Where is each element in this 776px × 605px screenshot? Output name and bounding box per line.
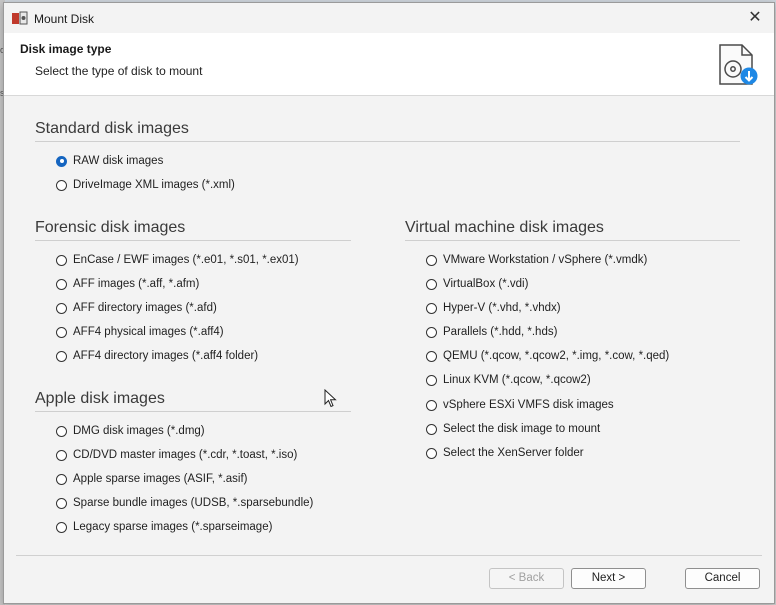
radio-button[interactable]: [56, 278, 67, 290]
option-label: Select the disk image to mount: [443, 423, 601, 435]
option-label: DMG disk images (*.dmg): [73, 425, 205, 437]
next-button[interactable]: Next >: [571, 568, 646, 589]
section-title-forensic: Forensic disk images: [35, 219, 186, 236]
option-select-disk-image[interactable]: Select the disk image to mount: [426, 420, 600, 438]
radio-button[interactable]: [426, 278, 437, 290]
option-legacy-sparse[interactable]: Legacy sparse images (*.sparseimage): [56, 518, 272, 536]
radio-button[interactable]: [56, 254, 67, 266]
disk-download-icon: [719, 44, 758, 85]
option-label: Parallels (*.hdd, *.hds): [443, 326, 558, 338]
radio-button[interactable]: [56, 302, 67, 314]
option-parallels[interactable]: Parallels (*.hdd, *.hds): [426, 323, 557, 341]
option-label: VirtualBox (*.vdi): [443, 278, 529, 290]
back-button[interactable]: < Back: [489, 568, 564, 589]
option-aff4-directory[interactable]: AFF4 directory images (*.aff4 folder): [56, 347, 258, 365]
radio-button[interactable]: [56, 497, 67, 509]
option-label: QEMU (*.qcow, *.qcow2, *.img, *.cow, *.q…: [443, 350, 670, 362]
option-vmware[interactable]: VMware Workstation / vSphere (*.vmdk): [426, 251, 647, 269]
option-vsphere-esxi-vmfs[interactable]: vSphere ESXi VMFS disk images: [426, 396, 614, 414]
option-label: vSphere ESXi VMFS disk images: [443, 399, 614, 411]
section-title-apple: Apple disk images: [35, 390, 165, 407]
radio-button[interactable]: [426, 399, 437, 411]
radio-button[interactable]: [56, 521, 67, 533]
option-driveimage-xml[interactable]: DriveImage XML images (*.xml): [56, 176, 235, 194]
section-divider: [35, 240, 351, 241]
section-title-virtual-machine: Virtual machine disk images: [405, 219, 604, 236]
option-label: Legacy sparse images (*.sparseimage): [73, 521, 273, 533]
radio-button[interactable]: [426, 374, 437, 386]
section-title-standard: Standard disk images: [35, 120, 189, 137]
page-title: Disk image type: [20, 42, 112, 56]
section-divider: [35, 141, 740, 142]
option-label: EnCase / EWF images (*.e01, *.s01, *.ex0…: [73, 254, 299, 266]
option-qemu[interactable]: QEMU (*.qcow, *.qcow2, *.img, *.cow, *.q…: [426, 347, 669, 365]
option-label: CD/DVD master images (*.cdr, *.toast, *.…: [73, 449, 298, 461]
option-label: Linux KVM (*.qcow, *.qcow2): [443, 374, 591, 386]
option-label: VMware Workstation / vSphere (*.vmdk): [443, 254, 648, 266]
option-virtualbox[interactable]: VirtualBox (*.vdi): [426, 275, 528, 293]
option-xenserver-folder[interactable]: Select the XenServer folder: [426, 444, 584, 462]
option-label: AFF4 physical images (*.aff4): [73, 326, 224, 338]
option-raw-disk-images[interactable]: RAW disk images: [56, 152, 163, 170]
option-aff-directory[interactable]: AFF directory images (*.afd): [56, 299, 217, 317]
radio-button[interactable]: [426, 423, 437, 435]
content-area: Standard disk images RAW disk images Dri…: [4, 96, 774, 546]
option-cd-dvd-master[interactable]: CD/DVD master images (*.cdr, *.toast, *.…: [56, 446, 297, 464]
option-aff4-physical[interactable]: AFF4 physical images (*.aff4): [56, 323, 224, 341]
option-label: Select the XenServer folder: [443, 447, 584, 459]
title-bar: Mount Disk ✕: [4, 3, 774, 33]
option-label: RAW disk images: [73, 155, 164, 167]
footer-divider: [16, 555, 762, 556]
mount-disk-dialog: Mount Disk ✕ Disk image type Select the …: [3, 2, 775, 604]
option-label: Apple sparse images (ASIF, *.asif): [73, 473, 248, 485]
mouse-cursor-icon: [324, 389, 337, 408]
close-icon: ✕: [748, 9, 762, 26]
radio-button[interactable]: [56, 326, 67, 338]
option-label: AFF images (*.aff, *.afm): [73, 278, 200, 290]
close-button[interactable]: ✕: [742, 6, 768, 30]
option-label: Sparse bundle images (UDSB, *.sparsebund…: [73, 497, 314, 509]
window-title: Mount Disk: [34, 12, 95, 26]
option-hyper-v[interactable]: Hyper-V (*.vhd, *.vhdx): [426, 299, 561, 317]
wizard-header: Disk image type Select the type of disk …: [4, 33, 774, 96]
option-encase-ewf[interactable]: EnCase / EWF images (*.e01, *.s01, *.ex0…: [56, 251, 299, 269]
option-apple-sparse[interactable]: Apple sparse images (ASIF, *.asif): [56, 470, 248, 488]
radio-button[interactable]: [426, 302, 437, 314]
radio-button[interactable]: [56, 473, 67, 485]
radio-button[interactable]: [56, 449, 67, 461]
section-divider: [35, 411, 351, 412]
section-divider: [405, 240, 740, 241]
option-linux-kvm[interactable]: Linux KVM (*.qcow, *.qcow2): [426, 371, 591, 389]
option-sparse-bundle[interactable]: Sparse bundle images (UDSB, *.sparsebund…: [56, 494, 313, 512]
option-label: AFF directory images (*.afd): [73, 302, 217, 314]
radio-button[interactable]: [426, 326, 437, 338]
option-label: Hyper-V (*.vhd, *.vhdx): [443, 302, 561, 314]
app-icon: [12, 11, 28, 25]
option-label: AFF4 directory images (*.aff4 folder): [73, 350, 259, 362]
cancel-button[interactable]: Cancel: [685, 568, 760, 589]
radio-button[interactable]: [426, 254, 437, 266]
option-aff-images[interactable]: AFF images (*.aff, *.afm): [56, 275, 199, 293]
radio-button[interactable]: [426, 447, 437, 459]
option-dmg[interactable]: DMG disk images (*.dmg): [56, 422, 205, 440]
option-label: DriveImage XML images (*.xml): [73, 179, 235, 191]
radio-button-selected[interactable]: [56, 155, 67, 167]
page-subtitle: Select the type of disk to mount: [35, 64, 203, 78]
radio-button[interactable]: [56, 179, 67, 191]
radio-button[interactable]: [56, 350, 67, 362]
radio-button[interactable]: [426, 350, 437, 362]
radio-button[interactable]: [56, 425, 67, 437]
